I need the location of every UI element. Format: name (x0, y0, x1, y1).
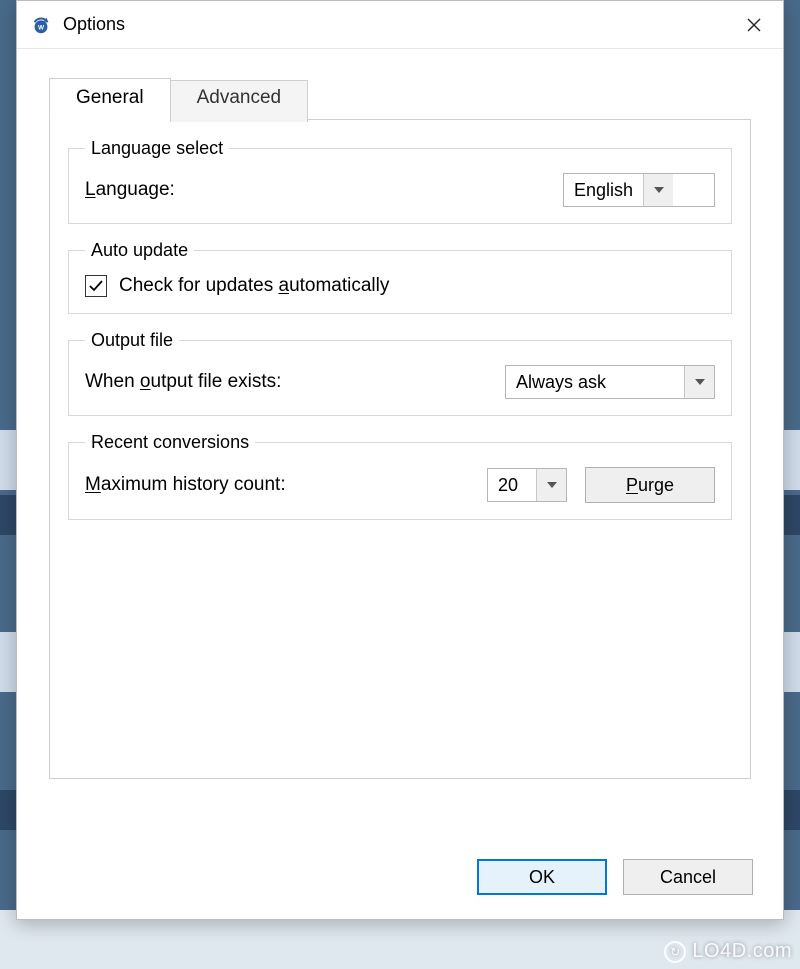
close-icon (747, 18, 761, 32)
auto-update-checkbox[interactable]: Check for updates automatically (85, 275, 715, 297)
purge-button[interactable]: Purge (585, 467, 715, 503)
legend-language-select: Language select (85, 138, 229, 159)
language-label: Language: (85, 179, 175, 201)
history-count-select[interactable]: 20 (487, 468, 567, 502)
auto-update-label: Check for updates automatically (119, 275, 389, 297)
language-select[interactable]: English (563, 173, 715, 207)
chevron-down-icon (536, 469, 566, 501)
output-exists-select[interactable]: Always ask (505, 365, 715, 399)
titlebar: W Options (17, 1, 783, 49)
group-auto-update: Auto update Check for updates automatica… (68, 240, 732, 314)
output-exists-value: Always ask (506, 372, 684, 393)
group-recent-conversions: Recent conversions Maximum history count… (68, 432, 732, 520)
watermark-icon: ↻ (664, 941, 686, 963)
output-exists-label: When output file exists: (85, 371, 281, 393)
history-count-value: 20 (488, 475, 536, 496)
tab-strip: General Advanced (49, 77, 751, 119)
legend-output-file: Output file (85, 330, 179, 351)
cancel-button[interactable]: Cancel (623, 859, 753, 895)
history-count-label: Maximum history count: (85, 474, 286, 496)
tab-advanced[interactable]: Advanced (170, 80, 309, 122)
chevron-down-icon (643, 174, 673, 206)
options-dialog: W Options General Advanced Language sele… (16, 0, 784, 920)
legend-auto-update: Auto update (85, 240, 194, 261)
ok-button[interactable]: OK (477, 859, 607, 895)
language-value: English (564, 180, 643, 201)
close-button[interactable] (729, 5, 779, 45)
watermark: ↻ LO4D.com (664, 940, 792, 963)
tab-general[interactable]: General (49, 78, 171, 120)
chevron-down-icon (684, 366, 714, 398)
app-icon: W (29, 13, 53, 37)
checkmark-icon (88, 278, 104, 294)
dialog-body: General Advanced Language select Languag… (17, 49, 783, 849)
window-title: Options (63, 14, 729, 35)
checkbox-box (85, 275, 107, 297)
tab-panel-general: Language select Language: English Auto u… (49, 119, 751, 779)
group-output-file: Output file When output file exists: Alw… (68, 330, 732, 416)
dialog-footer: OK Cancel (17, 849, 783, 919)
svg-text:W: W (38, 24, 45, 31)
group-language-select: Language select Language: English (68, 138, 732, 224)
legend-recent: Recent conversions (85, 432, 255, 453)
